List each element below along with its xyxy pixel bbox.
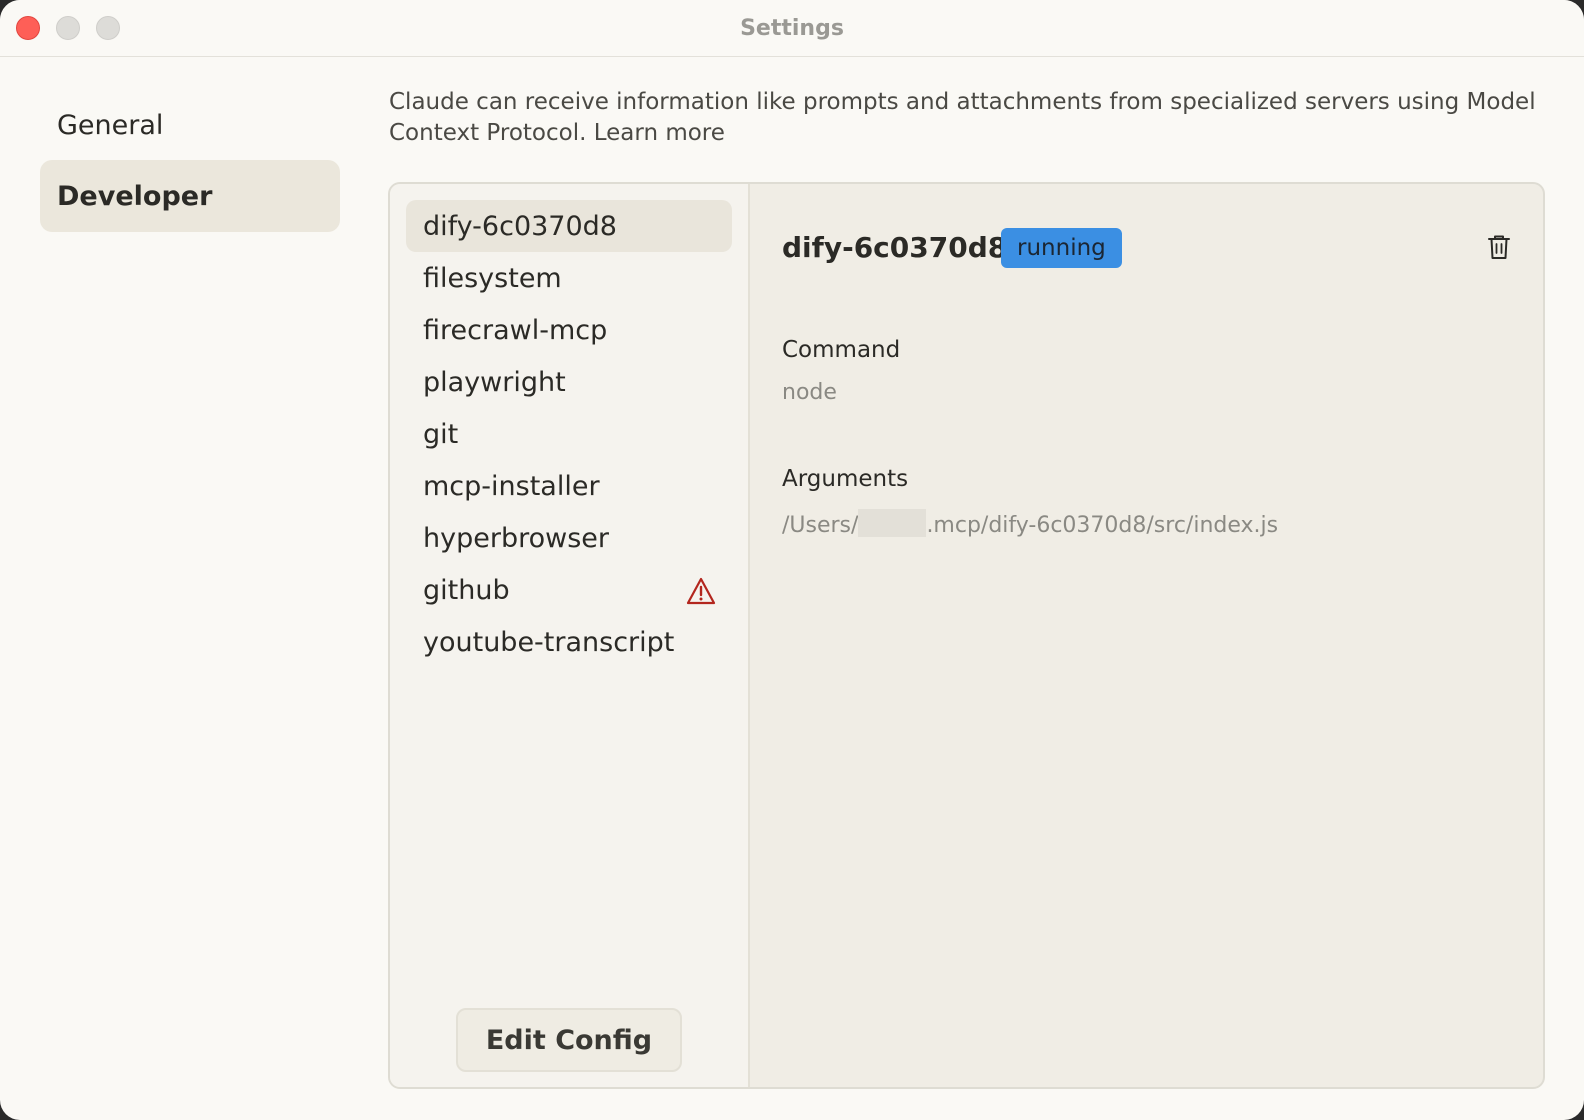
server-list: dify-6c0370d8 filesystem firecrawl-mcp p… bbox=[390, 184, 750, 1087]
server-item-mcp-installer[interactable]: mcp-installer bbox=[406, 460, 732, 512]
server-item-hyperbrowser[interactable]: hyperbrowser bbox=[406, 512, 732, 564]
server-name: mcp-installer bbox=[423, 470, 600, 502]
server-detail-title: dify-6c0370d8 bbox=[782, 231, 1008, 264]
server-detail: dify-6c0370d8 running Command node Argum… bbox=[752, 184, 1543, 1087]
server-name: youtube-transcript bbox=[423, 626, 675, 658]
command-label: Command bbox=[782, 337, 901, 363]
server-name: firecrawl-mcp bbox=[423, 314, 608, 346]
trash-icon[interactable] bbox=[1487, 234, 1511, 260]
settings-window: Settings General Developer Claude can re… bbox=[0, 0, 1584, 1120]
server-name: dify-6c0370d8 bbox=[423, 210, 617, 242]
arguments-label: Arguments bbox=[782, 466, 909, 492]
nav-item-label: General bbox=[57, 109, 164, 141]
edit-config-button[interactable]: Edit Config bbox=[456, 1008, 682, 1072]
arguments-suffix: .mcp/dify-6c0370d8/src/index.js bbox=[926, 513, 1279, 538]
status-badge: running bbox=[1001, 228, 1122, 268]
redacted-username bbox=[858, 509, 927, 537]
command-value: node bbox=[782, 380, 837, 405]
server-name: filesystem bbox=[423, 262, 562, 294]
warning-icon bbox=[686, 577, 716, 605]
server-item-github[interactable]: github bbox=[406, 564, 732, 616]
nav-item-label: Developer bbox=[57, 180, 213, 212]
server-item-firecrawl-mcp[interactable]: firecrawl-mcp bbox=[406, 304, 732, 356]
arguments-prefix: /Users/ bbox=[782, 513, 859, 538]
server-name: hyperbrowser bbox=[423, 522, 609, 554]
window-title: Settings bbox=[740, 16, 844, 41]
mcp-servers-panel: dify-6c0370d8 filesystem firecrawl-mcp p… bbox=[388, 182, 1545, 1089]
server-name: git bbox=[423, 418, 459, 450]
server-item-dify-6c0370d8[interactable]: dify-6c0370d8 bbox=[406, 200, 732, 252]
server-item-git[interactable]: git bbox=[406, 408, 732, 460]
server-item-filesystem[interactable]: filesystem bbox=[406, 252, 732, 304]
nav-item-developer[interactable]: Developer bbox=[40, 160, 340, 232]
server-item-youtube-transcript[interactable]: youtube-transcript bbox=[406, 616, 732, 668]
learn-more-link[interactable]: Learn more bbox=[594, 120, 725, 146]
arguments-value: /Users/ .mcp/dify-6c0370d8/src/index.js bbox=[782, 509, 1278, 538]
nav-item-general[interactable]: General bbox=[40, 89, 340, 161]
intro-text: Claude can receive information like prom… bbox=[389, 87, 1539, 149]
intro-description: Claude can receive information like prom… bbox=[389, 89, 1536, 146]
server-item-playwright[interactable]: playwright bbox=[406, 356, 732, 408]
title-bar: Settings bbox=[0, 0, 1584, 57]
server-name: github bbox=[423, 574, 510, 606]
server-name: playwright bbox=[423, 366, 566, 398]
